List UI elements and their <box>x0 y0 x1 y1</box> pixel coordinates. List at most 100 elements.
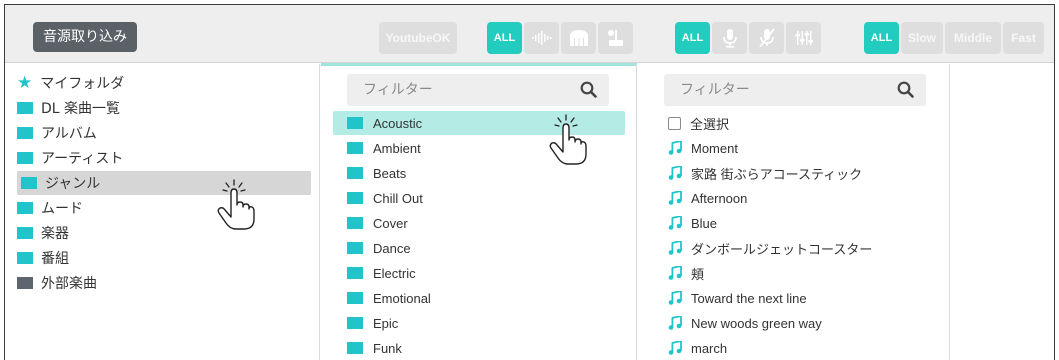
music-note-icon <box>668 241 682 255</box>
search-icon[interactable] <box>897 81 914 98</box>
genre-panel: Acoustic Ambient Beats Chill Out Cover D… <box>321 64 637 360</box>
song-title: ダンボールジェットコースター <box>691 241 873 257</box>
genre-item-label: Cover <box>373 215 408 231</box>
tree-item-external[interactable]: 外部楽曲 <box>17 271 97 295</box>
song-title: 頬 <box>691 266 705 282</box>
tempo-all-button[interactable]: ALL <box>864 22 899 54</box>
song-item[interactable]: ダンボールジェットコースター <box>668 236 872 260</box>
tree-item-label: 外部楽曲 <box>41 276 97 292</box>
music-note-icon <box>668 216 682 230</box>
song-item[interactable]: Toward the next line <box>668 286 807 310</box>
music-note-icon <box>668 316 682 330</box>
tree-item-label: マイフォルダ <box>40 76 125 92</box>
genre-filter-input[interactable] <box>347 74 567 106</box>
genre-item-electric[interactable]: Electric <box>333 261 625 285</box>
tempo-slow-button[interactable]: Slow <box>901 22 943 54</box>
tree-item-instrument[interactable]: 楽器 <box>17 221 69 245</box>
no-vocal-filter-button[interactable] <box>749 22 784 54</box>
song-title: New woods green way <box>691 315 822 331</box>
orchestra-filter-button[interactable] <box>598 22 633 54</box>
search-icon[interactable] <box>580 81 597 98</box>
microphone-off-icon <box>758 28 775 48</box>
song-title: Toward the next line <box>691 290 807 306</box>
genre-item-epic[interactable]: Epic <box>333 311 625 335</box>
piano-filter-button[interactable] <box>561 22 596 54</box>
folder-icon <box>21 177 37 189</box>
genre-item-dance[interactable]: Dance <box>333 236 625 260</box>
vocal-all-label: ALL <box>681 32 704 44</box>
tree-item-mood[interactable]: ムード <box>17 196 83 220</box>
tree-item-my-folder[interactable]: ★ マイフォルダ <box>17 71 124 95</box>
song-title: Moment <box>691 140 738 156</box>
tree-item-artist[interactable]: アーティスト <box>17 146 123 170</box>
music-note-icon <box>668 141 682 155</box>
checkbox-icon[interactable] <box>668 116 681 130</box>
folder-icon <box>347 242 363 254</box>
tree-item-program[interactable]: 番組 <box>17 246 69 270</box>
youtube-ok-filter-button[interactable]: YoutubeOK <box>379 22 457 54</box>
song-title: 家路 街ぶらアコースティック <box>691 166 863 182</box>
song-item[interactable]: 頬 <box>668 261 704 285</box>
vocal-filter-button[interactable] <box>712 22 747 54</box>
tree-item-label: ジャンル <box>45 176 101 192</box>
tree-item-label: 楽器 <box>41 226 69 242</box>
star-icon: ★ <box>17 72 33 93</box>
genre-item-label: Epic <box>373 315 399 331</box>
music-note-icon <box>668 166 682 180</box>
song-list-panel: 全選択 Moment 家路 街ぶらアコースティック Afternoon Blue… <box>638 64 950 360</box>
select-all-checkbox[interactable]: 全選択 <box>668 111 729 135</box>
song-item[interactable]: 家路 街ぶらアコースティック <box>668 161 862 185</box>
folder-icon <box>347 292 363 304</box>
song-filter-box <box>664 74 926 106</box>
genre-item-funk[interactable]: Funk <box>333 336 625 360</box>
song-item[interactable]: Afternoon <box>668 186 747 210</box>
mixer-filter-button[interactable] <box>786 22 821 54</box>
tree-item-genre[interactable]: ジャンル <box>17 171 311 195</box>
tree-item-label: アーティスト <box>41 151 124 167</box>
song-title: march <box>691 340 728 356</box>
folder-icon <box>17 202 33 214</box>
song-item[interactable]: Blue <box>668 211 717 235</box>
orchestra-icon <box>607 30 623 46</box>
genre-item-chill-out[interactable]: Chill Out <box>333 186 625 210</box>
tempo-middle-button[interactable]: Middle <box>945 22 1001 54</box>
mixer-icon <box>795 31 813 45</box>
genre-filter-box <box>347 74 609 106</box>
song-item[interactable]: New woods green way <box>668 311 822 335</box>
folder-icon <box>347 217 363 229</box>
genre-item-emotional[interactable]: Emotional <box>333 286 625 310</box>
tempo-all-label: ALL <box>870 32 893 44</box>
song-filter-input[interactable] <box>664 74 884 106</box>
pointer-hand-icon <box>217 179 255 230</box>
song-title: Blue <box>691 215 718 231</box>
waveform-filter-button[interactable] <box>524 22 559 54</box>
import-audio-button[interactable]: 音源取り込み <box>33 22 137 52</box>
folder-icon <box>347 342 363 354</box>
music-note-icon <box>668 341 682 355</box>
type-all-button[interactable]: ALL <box>487 22 522 54</box>
waveform-icon <box>531 31 551 45</box>
tree-item-label: アルバム <box>41 126 97 142</box>
genre-item-label: Electric <box>373 265 416 281</box>
microphone-icon <box>722 29 737 48</box>
music-note-icon <box>668 291 682 305</box>
folder-icon <box>347 167 363 179</box>
tree-item-dl-songs[interactable]: DL 楽曲一覧 <box>17 96 120 120</box>
piano-icon <box>569 30 588 46</box>
pointer-hand-icon <box>549 114 587 165</box>
genre-item-label: Dance <box>373 240 411 256</box>
song-item[interactable]: Moment <box>668 136 738 160</box>
tree-item-album[interactable]: アルバム <box>17 121 97 145</box>
tempo-fast-button[interactable]: Fast <box>1003 22 1044 54</box>
folder-tree-panel: ★ マイフォルダ DL 楽曲一覧 アルバム アーティスト ジャンル ムード 楽器 <box>5 64 320 360</box>
folder-icon <box>17 152 33 164</box>
folder-icon <box>347 142 363 154</box>
tempo-slow-label: Slow <box>907 31 936 45</box>
song-item[interactable]: march <box>668 336 727 360</box>
folder-icon <box>17 227 33 239</box>
folder-icon <box>347 267 363 279</box>
genre-item-label: Chill Out <box>373 190 423 206</box>
vocal-all-button[interactable]: ALL <box>675 22 710 54</box>
genre-item-cover[interactable]: Cover <box>333 211 625 235</box>
folder-icon <box>347 317 363 329</box>
